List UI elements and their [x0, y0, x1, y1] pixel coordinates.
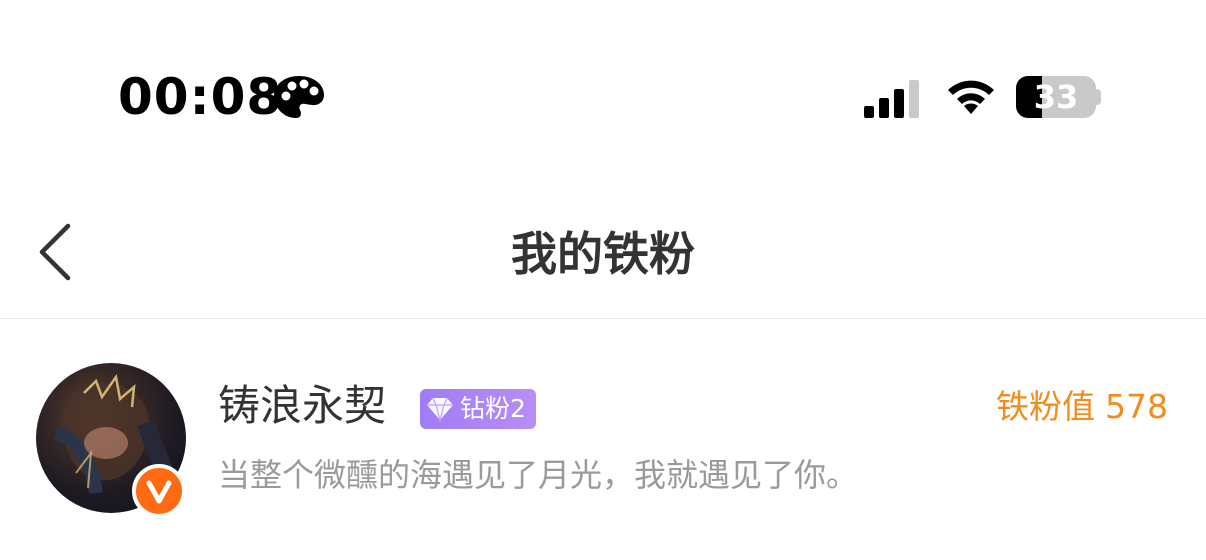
diamond-icon — [427, 397, 453, 422]
fan-name: 铸浪永契 — [218, 381, 387, 430]
battery-level: 33 — [1033, 78, 1079, 116]
wifi-icon — [948, 80, 994, 114]
fan-badge-label: 钻粉2 — [460, 394, 526, 423]
list-item[interactable]: 铸浪永契 钻粉2 当整个微醺的海遇见了月光，我就遇见了你。 铁粉值 578 — [0, 319, 1206, 560]
fan-level-badge: 钻粉2 — [420, 389, 536, 429]
fan-score: 铁粉值 578 — [996, 385, 1168, 429]
page-title: 我的铁粉 — [511, 227, 695, 281]
nav-bar: 我的铁粉 — [0, 190, 1206, 319]
palette-icon — [274, 76, 324, 118]
fan-score-value: 578 — [1105, 387, 1168, 426]
status-time: 00:08 — [118, 68, 283, 126]
battery-icon: 33 — [1016, 76, 1096, 118]
status-bar: 00:08 33 — [0, 0, 1206, 190]
battery-nub — [1096, 89, 1101, 105]
cellular-signal-icon — [864, 80, 919, 118]
back-button[interactable] — [20, 212, 90, 292]
chevron-left-icon — [39, 223, 71, 281]
fan-signature: 当整个微醺的海遇见了月光，我就遇见了你。 — [218, 456, 859, 494]
v-verified-icon — [132, 464, 186, 518]
fan-score-label: 铁粉值 — [996, 387, 1095, 426]
